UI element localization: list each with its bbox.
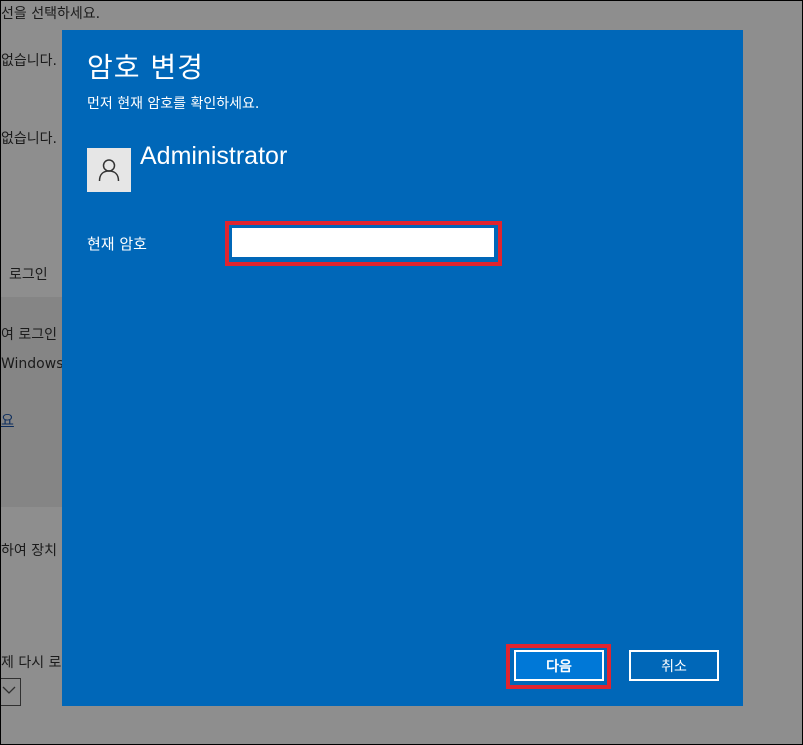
background-text: 선을 선택하세요.: [1, 6, 101, 22]
background-link: 요: [1, 413, 14, 429]
chevron-down-icon: [2, 686, 16, 694]
change-password-dialog: 암호 변경 먼저 현재 암호를 확인하세요. Administrator 현재 …: [62, 30, 743, 706]
cancel-button[interactable]: 취소: [629, 650, 719, 681]
background-text: 로그인: [9, 267, 48, 283]
current-password-input[interactable]: [232, 228, 494, 257]
background-text: 여 로그인: [1, 327, 57, 343]
dialog-subtitle: 먼저 현재 암호를 확인하세요.: [87, 96, 260, 112]
background-dropdown: [1, 678, 21, 706]
background-text: 제 다시 로: [1, 655, 62, 671]
background-text: 없습니다.: [1, 131, 57, 147]
next-button[interactable]: 다음: [514, 650, 604, 681]
current-password-label: 현재 암호: [87, 235, 147, 253]
background-text: 하여 장치: [1, 543, 57, 559]
dialog-title: 암호 변경: [87, 51, 204, 84]
background-text: 없습니다.: [1, 53, 57, 69]
avatar: [87, 148, 131, 192]
person-icon: [98, 159, 120, 182]
background-text: Windows,: [1, 356, 68, 372]
user-name: Administrator: [140, 142, 288, 170]
